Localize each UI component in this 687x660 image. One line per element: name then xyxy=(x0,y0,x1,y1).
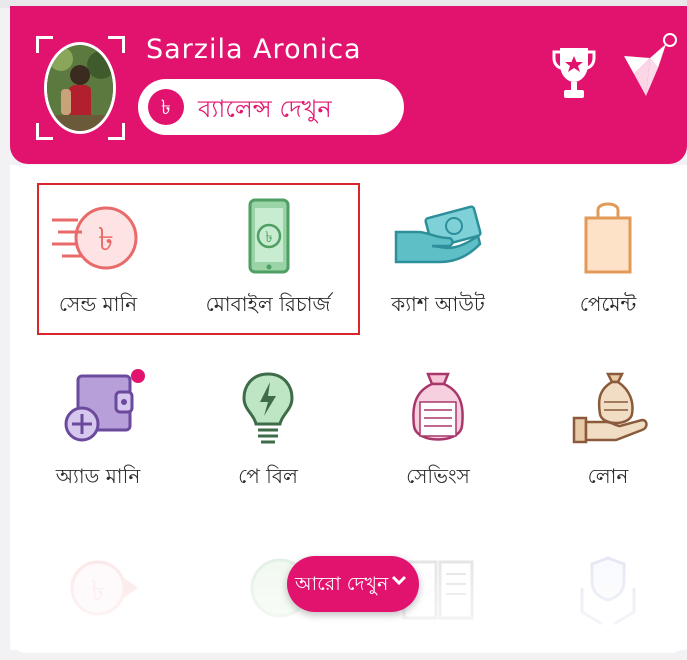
service-label: সেভিংস xyxy=(406,464,470,488)
frame-corner-bl xyxy=(36,123,53,140)
service-add-money[interactable]: অ্যাড মানি xyxy=(13,368,183,495)
notification-badge-icon xyxy=(662,32,678,52)
service-label: পে বিল xyxy=(238,464,298,488)
loan-hand-icon xyxy=(572,372,648,444)
pay-bill-bulb-icon xyxy=(242,372,294,444)
service-payment[interactable]: পেমেন্ট xyxy=(523,196,687,323)
service-label: অ্যাড মানি xyxy=(55,464,141,488)
see-more-label: আরো দেখুন xyxy=(295,573,389,595)
service-label: ক্যাশ আউট xyxy=(391,292,485,316)
service-loan[interactable]: লোন xyxy=(523,368,687,495)
cash-out-icon xyxy=(394,205,482,264)
user-name: Sarzila Aronica xyxy=(146,34,362,65)
frame-corner-tr xyxy=(108,36,125,53)
trophy-icon[interactable] xyxy=(552,44,596,106)
service-savings[interactable]: সেভিংস xyxy=(353,368,523,495)
taka-icon: ৳ xyxy=(148,89,184,125)
balance-button-label: ব্যালেন্স দেখুন xyxy=(198,95,332,123)
service-pay-bill[interactable]: পে বিল xyxy=(183,368,353,495)
see-more-button[interactable]: আরো দেখুন xyxy=(287,556,419,612)
service-label: লোন xyxy=(587,464,629,488)
frame-corner-tl xyxy=(36,36,53,53)
service-cash-out[interactable]: ক্যাশ আউট xyxy=(353,196,523,323)
balance-button[interactable]: ৳ ব্যালেন্স দেখুন xyxy=(138,79,404,135)
payment-bag-icon xyxy=(584,202,632,274)
add-money-wallet-icon xyxy=(64,369,145,442)
highlight-box xyxy=(37,183,360,335)
avatar-photo xyxy=(47,45,113,131)
chevron-down-icon xyxy=(391,575,407,586)
frame-corner-br xyxy=(108,123,125,140)
avatar[interactable] xyxy=(44,42,116,134)
service-label: পেমেন্ট xyxy=(579,292,637,316)
savings-bag-icon xyxy=(412,372,464,441)
